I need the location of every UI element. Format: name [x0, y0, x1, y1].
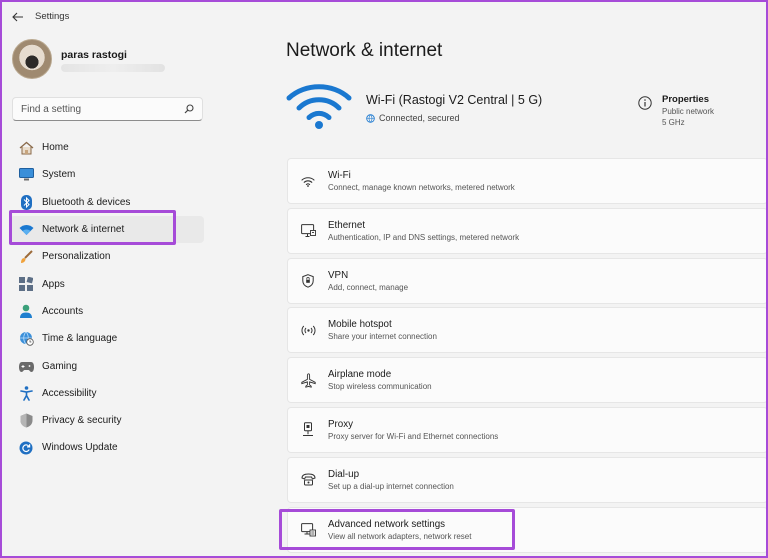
sidebar-item-personalization[interactable]: Personalization	[10, 243, 204, 270]
sidebar-item-system[interactable]: System	[10, 161, 204, 188]
card-description: Proxy server for Wi-Fi and Ethernet conn…	[328, 431, 499, 441]
card-vpn[interactable]: VPN Add, connect, manage	[287, 257, 768, 304]
sidebar-item-network[interactable]: Network & internet	[10, 215, 204, 244]
card-proxy[interactable]: Proxy Proxy server for Wi-Fi and Etherne…	[287, 406, 768, 453]
vpn-shield-icon	[288, 273, 328, 288]
card-title: Dial-up	[328, 468, 360, 480]
sidebar-item-label: Home	[42, 142, 69, 154]
wifi-icon	[18, 222, 34, 238]
card-description: Authentication, IP and DNS settings, met…	[328, 232, 520, 242]
user-email-blurred	[61, 64, 165, 72]
title-bar: Settings	[0, 0, 768, 34]
sidebar-item-accessibility[interactable]: Accessibility	[10, 380, 204, 407]
system-icon	[18, 167, 34, 183]
card-airplane-mode[interactable]: Airplane mode Stop wireless communicatio…	[287, 357, 768, 404]
back-button[interactable]	[8, 9, 28, 25]
card-advanced-network-settings[interactable]: Advanced network settings View all netwo…	[287, 506, 768, 553]
proxy-icon	[288, 422, 328, 437]
apps-icon	[18, 276, 34, 292]
card-dial-up[interactable]: Dial-up Set up a dial-up internet connec…	[287, 456, 768, 503]
bluetooth-icon	[18, 194, 34, 210]
card-ethernet[interactable]: Ethernet Authentication, IP and DNS sett…	[287, 207, 768, 254]
search-icon[interactable]	[184, 104, 194, 114]
sidebar-item-label: Windows Update	[42, 442, 118, 454]
page-title: Network & internet	[286, 40, 443, 61]
card-description: Share your internet connection	[328, 332, 437, 342]
network-status: Connected, secured	[366, 113, 460, 123]
sidebar-item-apps[interactable]: Apps	[10, 270, 204, 297]
card-description: Stop wireless communication	[328, 382, 432, 392]
properties-band: 5 GHz	[662, 117, 685, 127]
sidebar-item-accounts[interactable]: Accounts	[10, 298, 204, 325]
network-status-text: Connected, secured	[379, 113, 460, 123]
network-name: Wi-Fi (Rastogi V2 Central | 5 G)	[366, 93, 543, 107]
sidebar-item-time-language[interactable]: Time & language	[10, 325, 204, 352]
brush-icon	[18, 249, 34, 265]
update-icon	[18, 440, 34, 456]
sidebar-item-bluetooth[interactable]: Bluetooth & devices	[10, 189, 204, 216]
airplane-icon	[288, 373, 328, 388]
info-icon	[638, 96, 652, 110]
card-description: View all network adapters, network reset	[328, 531, 472, 541]
accounts-icon	[18, 303, 34, 319]
card-wifi[interactable]: Wi-Fi Connect, manage known networks, me…	[287, 158, 768, 204]
card-title: Wi-Fi	[328, 170, 351, 181]
sidebar-item-label: Time & language	[42, 333, 118, 345]
search-box	[12, 97, 203, 121]
sidebar-item-label: Gaming	[42, 360, 78, 372]
back-arrow-icon	[12, 12, 23, 22]
accessibility-icon	[18, 385, 34, 401]
sidebar-item-label: Network & internet	[42, 224, 125, 236]
globe-clock-icon	[18, 331, 34, 347]
sidebar-item-label: Accessibility	[42, 387, 97, 399]
sidebar-item-label: System	[42, 169, 76, 181]
sidebar-item-home[interactable]: Home	[10, 134, 204, 161]
sidebar-item-label: Apps	[42, 278, 65, 290]
sidebar-item-gaming[interactable]: Gaming	[10, 352, 204, 379]
sidebar-item-label: Accounts	[42, 305, 84, 317]
avatar[interactable]	[12, 39, 52, 79]
card-description: Connect, manage known networks, metered …	[328, 183, 515, 192]
home-icon	[18, 140, 34, 156]
sidebar-item-privacy-security[interactable]: Privacy & security	[10, 407, 204, 434]
properties-link[interactable]: Properties Public network 5 GHz	[638, 94, 714, 128]
shield-icon	[18, 413, 34, 429]
globe-icon	[366, 113, 375, 123]
card-title: Proxy	[328, 418, 354, 430]
properties-network-type: Public network	[662, 107, 715, 116]
hotspot-icon	[288, 324, 328, 337]
sidebar-item-label: Personalization	[42, 251, 111, 263]
sidebar-nav: Home System Bluetooth & devices Network …	[10, 134, 204, 462]
card-title: Ethernet	[328, 219, 366, 231]
wifi-large-icon	[286, 84, 352, 129]
gamepad-icon	[18, 358, 34, 374]
dialup-icon	[288, 473, 328, 486]
sidebar-item-label: Bluetooth & devices	[42, 196, 131, 208]
advanced-network-icon	[288, 522, 328, 537]
app-title: Settings	[35, 11, 70, 22]
sidebar-item-label: Privacy & security	[42, 415, 122, 427]
card-description: Add, connect, manage	[328, 282, 409, 292]
properties-title: Properties	[662, 94, 709, 105]
ethernet-icon	[288, 223, 328, 238]
card-title: VPN	[328, 269, 349, 281]
wifi-small-icon	[288, 176, 328, 187]
sidebar-item-windows-update[interactable]: Windows Update	[10, 434, 204, 461]
card-description: Set up a dial-up internet connection	[328, 481, 454, 491]
card-mobile-hotspot[interactable]: Mobile hotspot Share your internet conne…	[287, 307, 768, 354]
card-title: Advanced network settings	[328, 518, 446, 530]
settings-cards: Wi-Fi Connect, manage known networks, me…	[287, 158, 768, 556]
card-title: Airplane mode	[328, 369, 392, 381]
user-name: paras rastogi	[61, 49, 127, 61]
card-title: Mobile hotspot	[328, 319, 392, 331]
search-input[interactable]	[21, 103, 184, 115]
